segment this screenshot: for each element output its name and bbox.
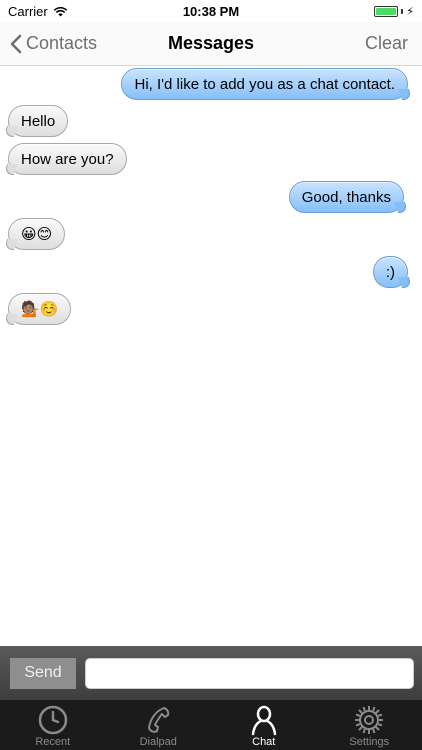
message-bubble: :) [372,256,408,288]
tab-label: Recent [35,736,71,748]
wifi-icon [53,6,67,16]
phone-handset-icon [148,707,170,733]
carrier-label: Carrier [8,3,48,19]
person-icon [251,705,276,736]
tab-dialpad[interactable]: Dialpad [106,700,212,750]
tab-settings[interactable]: Settings [317,700,422,750]
tab-chat[interactable]: Chat [211,700,317,750]
battery-icon [374,5,399,17]
message-bubble: Good, thanks [288,181,404,213]
nav-bar: Contacts Messages Clear [0,22,422,66]
tab-label: Chat [252,736,276,748]
tab-label: Dialpad [139,736,177,748]
gear-icon [355,706,384,734]
chevron-left-icon [10,34,22,53]
message-bubble: How are you? [8,143,127,175]
tab-recent[interactable]: Recent [0,700,106,750]
back-label: Contacts [26,33,98,53]
message-bubble: 💁🏽☺️ [8,293,72,325]
send-button[interactable]: Send [10,657,76,689]
clock-icon [38,705,67,735]
battery-cap [401,8,404,14]
tab-bar: Recent Dialpad Chat Settings [0,700,422,750]
message-bubble: 😀😊 [8,218,66,250]
tab-label: Settings [349,736,390,748]
message-list[interactable]: Hi, I'd like to add you as a chat contac… [0,66,422,646]
status-left: Carrier [8,4,68,19]
message-bubble: Hello [8,105,69,137]
message-input[interactable] [85,657,414,689]
clear-button[interactable]: Clear [365,33,422,54]
message-bubble: Hi, I'd like to add you as a chat contac… [121,68,408,100]
back-button[interactable]: Contacts [0,33,97,54]
charging-icon: ⚡ [406,5,414,18]
status-bar: Carrier 10:38 PM ⚡ [0,0,422,22]
compose-bar: Send [0,646,422,700]
status-right: ⚡ [374,5,414,18]
